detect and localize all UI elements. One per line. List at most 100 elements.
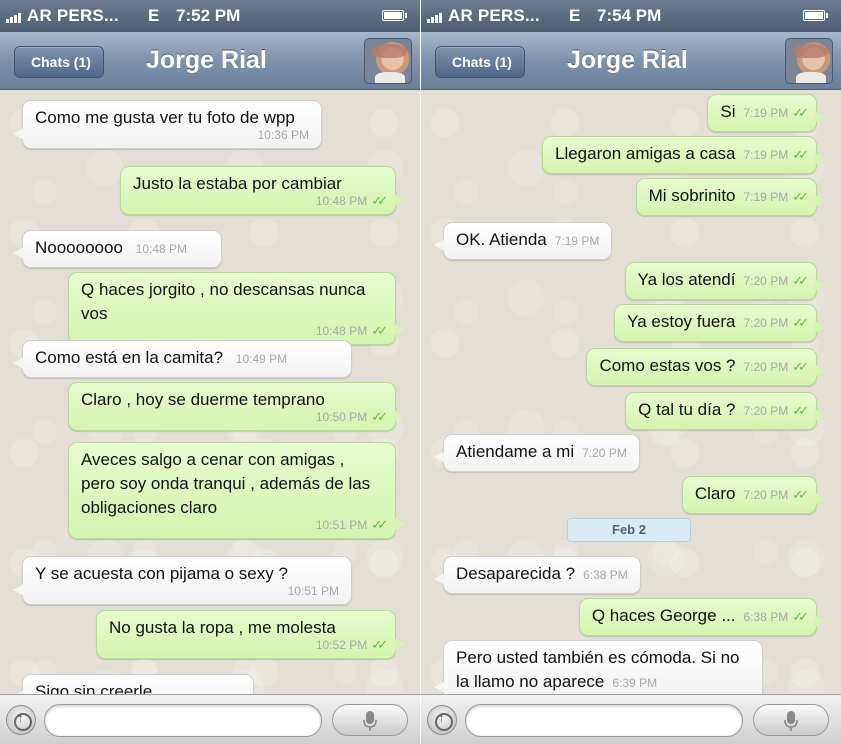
message-text: Ya estoy fuera — [627, 312, 736, 331]
contact-avatar[interactable] — [785, 38, 833, 84]
message-bubble[interactable]: Mi sobrinito 7:19 PM ✓✓ — [635, 178, 827, 216]
message-bubble[interactable]: Sigo sin creerle — [13, 674, 254, 694]
message-time-ticks: 7:20 PM ✓✓ — [743, 355, 809, 379]
message-text: Q haces George ... — [591, 606, 736, 625]
contact-name: Jorge Rial — [146, 46, 267, 74]
signal-strength-icon — [427, 11, 445, 23]
read-ticks-icon: ✓✓ — [792, 315, 809, 330]
message-bubble[interactable]: Noooooooo 10:48 PM — [13, 230, 222, 268]
message-input[interactable] — [465, 704, 743, 737]
message-text: Justo la estaba por cambiar — [133, 174, 342, 193]
left-phone-screen: AR PERS... E 7:52 PM Chats (1) Jorge Ria… — [0, 0, 420, 744]
message-bubble[interactable]: No gusta la ropa , me molesta 10:52 PM ✓✓ — [96, 610, 405, 659]
voice-note-button[interactable] — [332, 704, 408, 736]
message-text: Pero usted también es cómoda. Si no la l… — [456, 648, 740, 691]
message-bubble[interactable]: Q haces George ... 6:38 PM ✓✓ — [578, 598, 827, 636]
read-ticks-icon: ✓✓ — [792, 105, 809, 120]
message-bubble[interactable]: Justo la estaba por cambiar 10:48 PM ✓✓ — [120, 166, 405, 215]
message-text: Llegaron amigas a casa — [554, 144, 736, 163]
battery-icon — [382, 10, 407, 21]
message-text: Y se acuesta con pijama o sexy ? — [35, 564, 288, 583]
message-time-ticks: 10:50 PM ✓✓ — [81, 410, 388, 425]
microphone-icon — [363, 711, 377, 731]
message-text: Sigo sin creerle — [35, 682, 153, 694]
back-button-label: Chats (1) — [452, 54, 512, 70]
message-time: 10:48 PM — [315, 194, 368, 208]
message-bubble[interactable]: OK. Atienda 7:19 PM — [433, 222, 613, 260]
read-ticks-icon: ✓✓ — [371, 637, 388, 652]
network-type: E — [148, 6, 160, 25]
read-ticks-icon: ✓✓ — [371, 323, 388, 338]
message-time-ticks: 7:20 PM ✓✓ — [744, 311, 809, 335]
message-input[interactable] — [44, 704, 322, 737]
attach-button[interactable] — [427, 705, 457, 735]
back-to-chats-button[interactable]: Chats (1) — [435, 46, 525, 78]
message-text: OK. Atienda — [456, 230, 547, 249]
message-bubble[interactable]: Llegaron amigas a casa 7:19 PM ✓✓ — [541, 136, 827, 174]
message-text: Claro , hoy se duerme temprano — [81, 390, 325, 409]
message-text: Ya los atendí — [637, 270, 736, 289]
message-text: Mi sobrinito — [648, 186, 736, 205]
message-time-ticks: 7:19 PM ✓✓ — [743, 143, 809, 167]
status-time: 7:54 PM — [597, 6, 662, 25]
message-time-ticks: 6:38 PM ✓✓ — [743, 605, 809, 629]
message-bubble[interactable]: Si 7:19 PM ✓✓ — [707, 94, 826, 132]
microphone-icon — [784, 711, 798, 731]
message-bubble[interactable]: Claro , hoy se duerme temprano 10:50 PM ✓… — [68, 382, 405, 431]
chat-area[interactable]: Como me gusta ver tu foto de wpp 10:36 P… — [0, 90, 420, 694]
message-text: Q tal tu día ? — [638, 400, 736, 419]
message-time-ticks: 7:20 PM ✓✓ — [743, 399, 809, 423]
message-text: No gusta la ropa , me molesta — [109, 618, 336, 637]
message-bubble[interactable]: Q tal tu día ? 7:20 PM ✓✓ — [625, 392, 826, 430]
message-time: 10:48 PM — [135, 242, 188, 256]
message-bubble[interactable]: Como está en la camita? 10:49 PM — [13, 340, 352, 378]
message-bubble[interactable]: Ya estoy fuera 7:20 PM ✓✓ — [614, 304, 826, 342]
status-time: 7:52 PM — [176, 6, 241, 25]
message-bubble[interactable]: Y se acuesta con pijama o sexy ? 10:51 P… — [13, 556, 352, 605]
read-ticks-icon: ✓✓ — [371, 517, 388, 532]
message-bubble[interactable]: Aveces salgo a cenar con amigas , pero s… — [68, 442, 405, 539]
message-time: 7:20 PM — [743, 274, 789, 288]
message-text: Atiendame a mi — [456, 442, 575, 461]
message-time: 10:52 PM — [315, 638, 368, 652]
message-time: 7:20 PM — [743, 360, 789, 374]
message-bubble[interactable]: Ya los atendí 7:20 PM ✓✓ — [624, 262, 827, 300]
message-time-ticks: 10:52 PM ✓✓ — [109, 637, 388, 653]
message-time-ticks: 10:48 PM ✓✓ — [81, 323, 388, 339]
attach-button[interactable] — [6, 705, 36, 735]
message-time: 7:19 PM — [743, 148, 789, 162]
message-bubble[interactable]: Como me gusta ver tu foto de wpp 10:36 P… — [13, 100, 322, 149]
message-bubble[interactable]: Atiendame a mi 7:20 PM — [434, 434, 640, 472]
message-bubble[interactable]: Pero usted también es cómoda. Si no la l… — [434, 640, 763, 694]
message-time: 10:50 PM — [315, 410, 368, 424]
message-bubble[interactable]: Como estas vos ? 7:20 PM ✓✓ — [586, 348, 826, 386]
message-bubble[interactable]: Claro 7:20 PM ✓✓ — [681, 476, 827, 514]
read-ticks-icon: ✓✓ — [792, 609, 809, 624]
message-bubble[interactable]: Desaparecida ? 6:38 PM — [434, 556, 641, 594]
message-time-ticks: 7:20 PM ✓✓ — [743, 269, 809, 293]
message-text: Como está en la camita? — [35, 348, 224, 367]
message-input-bar — [421, 694, 841, 744]
message-text: Noooooooo — [35, 238, 123, 257]
back-to-chats-button[interactable]: Chats (1) — [14, 46, 104, 78]
message-text: Q haces jorgito , no descansas nunca vos — [81, 280, 366, 323]
right-phone-screen: AR PERS... E 7:54 PM Chats (1) Jorge Ria… — [421, 0, 841, 744]
network-type: E — [569, 6, 581, 25]
message-bubble[interactable]: Q haces jorgito , no descansas nunca vos… — [68, 272, 405, 345]
chat-area[interactable]: Si 7:19 PM ✓✓ Llegaron amigas a casa 7:19 P… — [421, 90, 841, 694]
carrier-name: AR PERS... — [27, 6, 119, 25]
navigation-bar: Chats (1) Jorge Rial — [421, 32, 841, 90]
message-text: Como me gusta ver tu foto de wpp — [35, 108, 295, 127]
read-ticks-icon: ✓✓ — [792, 487, 809, 502]
date-separator: Feb 2 — [567, 518, 691, 542]
back-button-label: Chats (1) — [31, 54, 91, 70]
message-time: 7:20 PM — [743, 488, 789, 502]
message-time: 7:20 PM — [743, 404, 789, 418]
voice-note-button[interactable] — [753, 704, 829, 736]
message-time: 6:38 PM — [743, 610, 789, 624]
status-bar: AR PERS... E 7:52 PM — [0, 0, 420, 32]
message-text: Como estas vos ? — [599, 356, 736, 375]
message-time: 10:49 PM — [235, 352, 288, 366]
message-time-ticks: 7:19 PM ✓✓ — [744, 101, 809, 125]
contact-avatar[interactable] — [364, 38, 412, 84]
